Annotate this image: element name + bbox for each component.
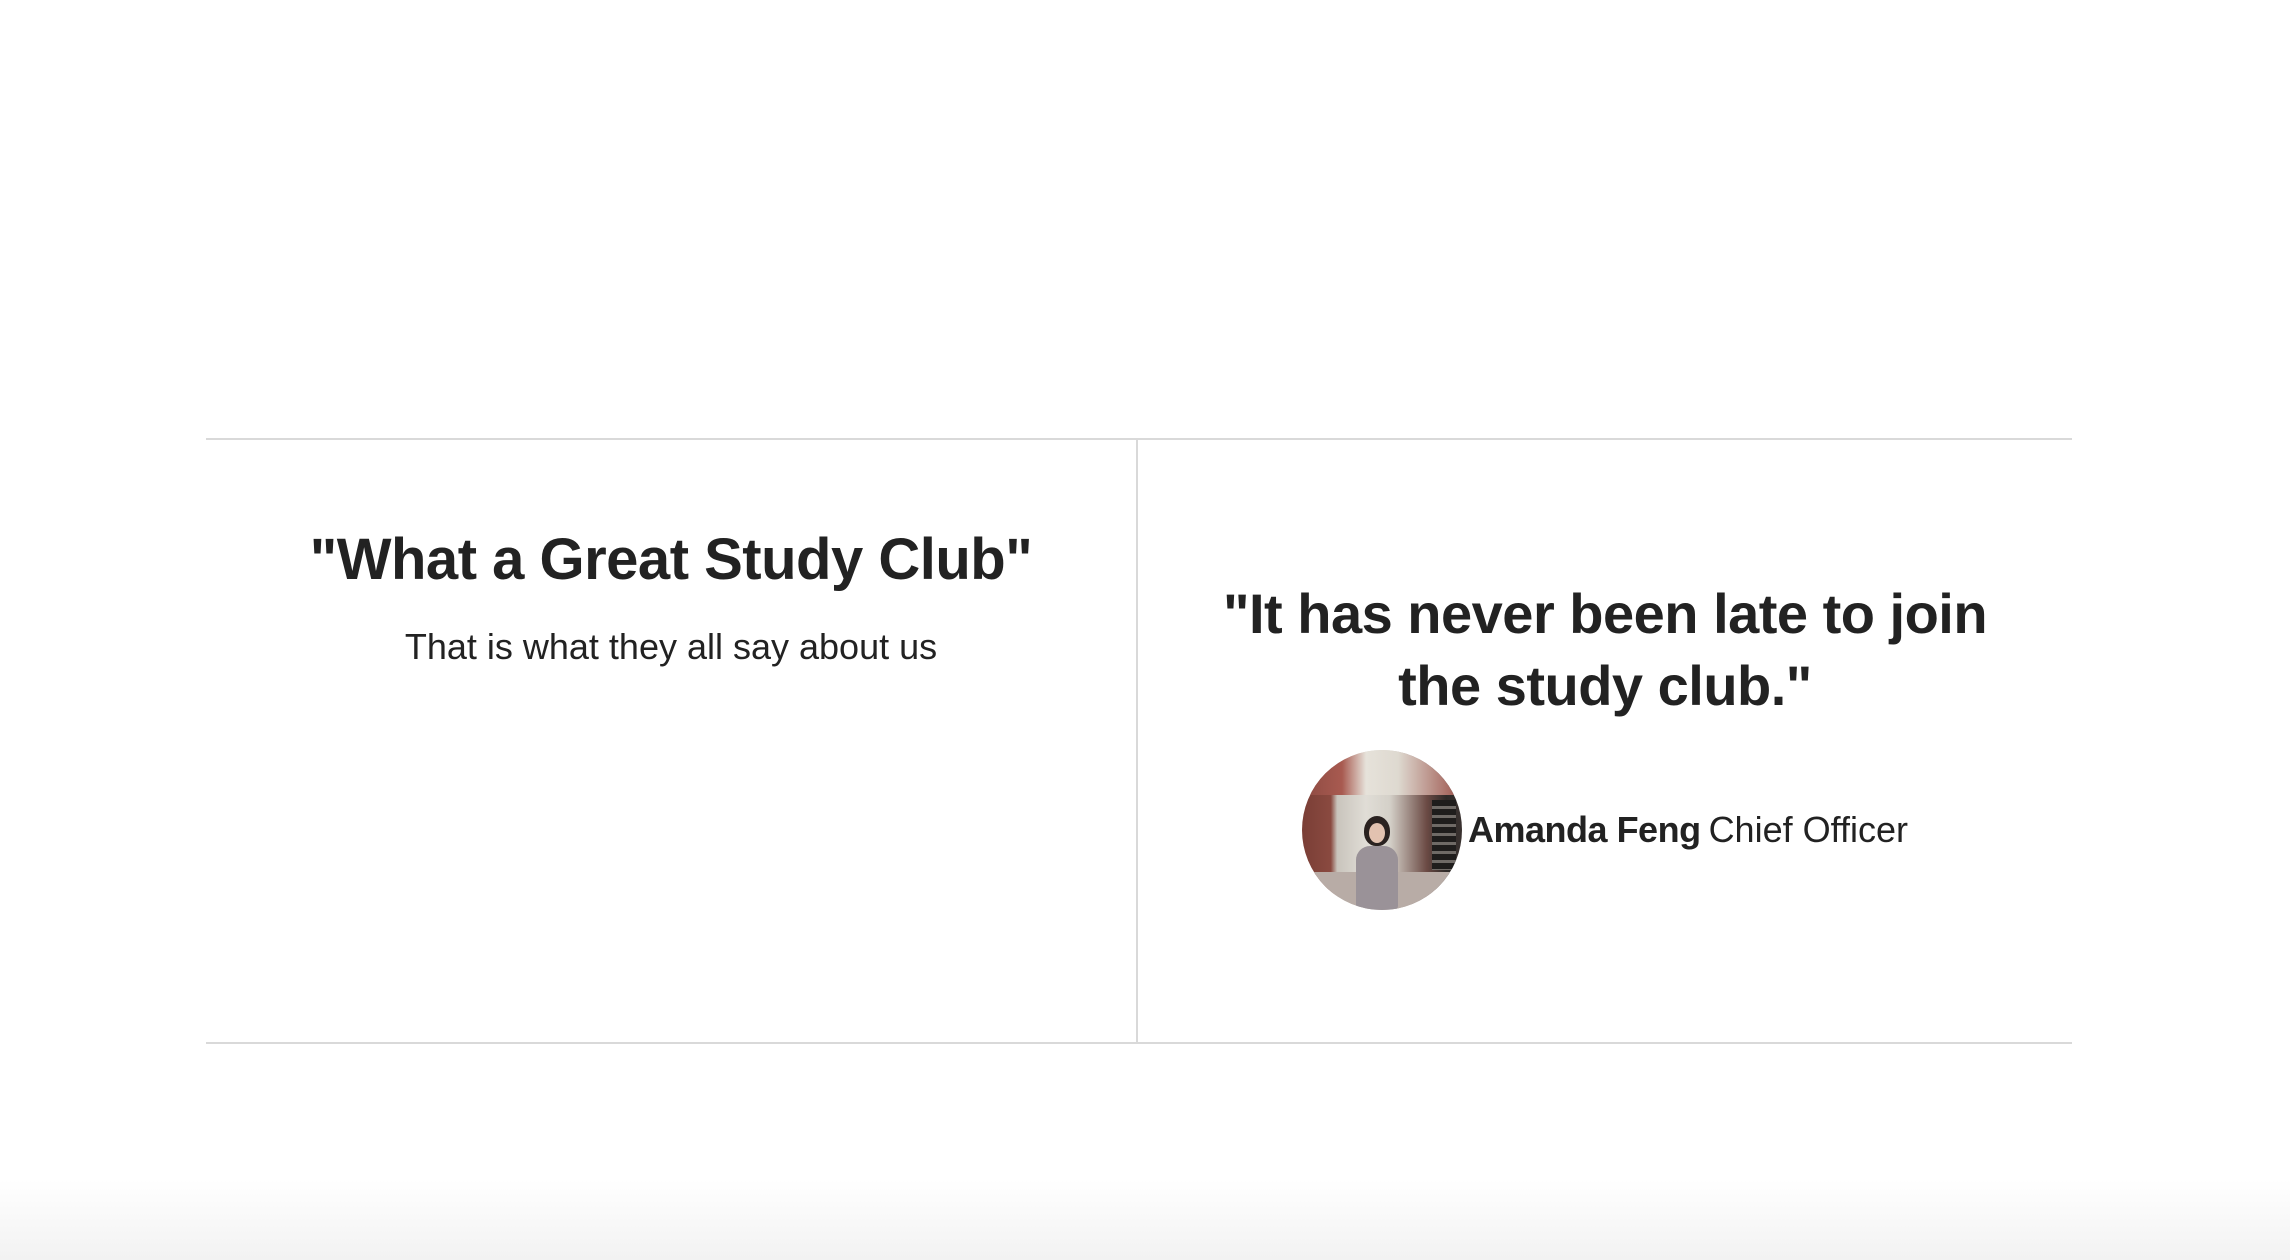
author-name: Amanda Feng (1468, 809, 1701, 850)
testimonial-quote: "It has never been late to join the stud… (1222, 582, 1988, 717)
avatar (1302, 750, 1463, 910)
page: "What a Great Study Club" That is what t… (0, 0, 2290, 1260)
testimonial-section: "What a Great Study Club" That is what t… (206, 438, 2072, 1044)
section-title: "What a Great Study Club" (309, 527, 1033, 592)
section-subtitle: That is what they all say about us (404, 626, 938, 667)
testimonial-author: Amanda Feng Chief Officer (1138, 750, 2072, 910)
section-header-panel: "What a Great Study Club" That is what t… (206, 440, 1138, 1042)
author-role: Chief Officer (1708, 809, 1908, 850)
testimonial-panel: "It has never been late to join the stud… (1138, 440, 2072, 1042)
